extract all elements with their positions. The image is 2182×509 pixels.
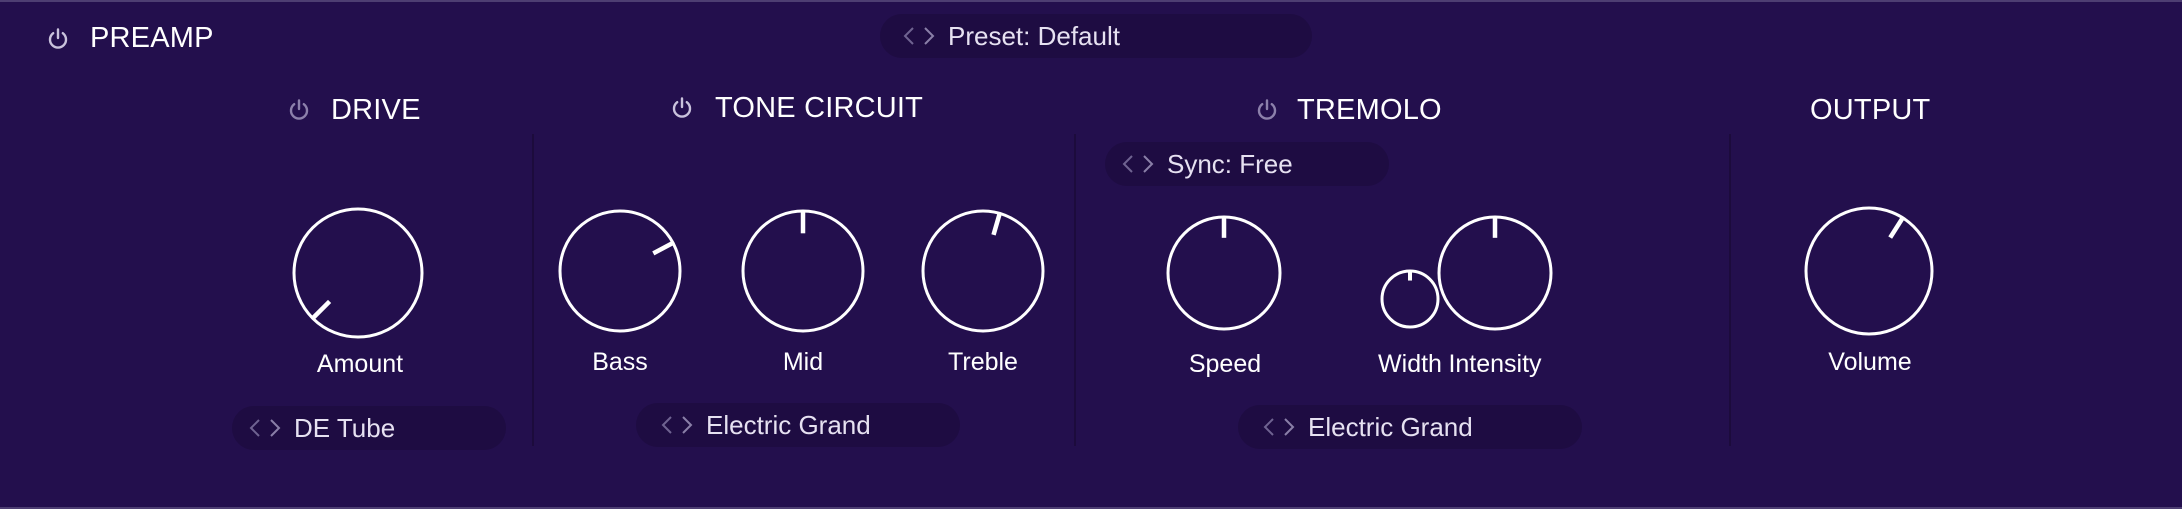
power-icon [1255,98,1279,122]
sync-selector[interactable]: Sync: Free [1105,142,1389,186]
speed-knob[interactable] [1164,213,1284,333]
amount-label: Amount [316,350,404,378]
knob-ring [558,209,682,333]
knob-indicator [991,212,1002,236]
bass-knob[interactable] [556,207,684,335]
power-icon [287,98,311,122]
amount-knob[interactable] [290,205,426,341]
drive-type-label: DE Tube [294,412,396,443]
tone-type-selector[interactable]: Electric Grand [636,403,960,447]
chevron-left-icon[interactable] [902,25,916,47]
volume-knob[interactable] [1802,204,1936,338]
knob-indicator [652,240,675,256]
power-icon [670,96,694,120]
section-divider [1729,134,1731,446]
chevron-left-icon[interactable] [1121,153,1135,175]
intensity-label: Intensity [1448,350,1542,378]
preamp-power-button[interactable] [46,27,70,56]
volume-label: Volume [1828,348,1912,376]
mid-label: Mid [782,348,824,376]
panel-top-border [0,0,2182,2]
tone-type-label: Electric Grand [706,409,871,440]
knob-indicator [311,299,332,320]
treble-label: Treble [948,348,1018,376]
tremolo-power-button[interactable] [1255,98,1279,127]
output-title: OUTPUT [1810,94,1931,126]
drive-power-button[interactable] [287,98,311,127]
preset-label: Preset: Default [948,20,1120,51]
preset-selector[interactable]: Preset: Default [880,14,1312,58]
power-icon [46,27,70,51]
section-divider [532,134,534,446]
knob-indicator [1888,216,1905,239]
chevron-left-icon[interactable] [1262,416,1276,438]
width-label: Width [1378,350,1442,378]
tremolo-type-label: Electric Grand [1308,411,1473,442]
chevron-left-icon[interactable] [660,414,674,436]
tone-circuit-title: TONE CIRCUIT [715,92,924,124]
chevron-right-icon[interactable] [922,25,936,47]
speed-label: Speed [1188,350,1262,378]
chevron-right-icon[interactable] [1141,153,1155,175]
width-knob[interactable] [1378,267,1442,331]
drive-type-selector[interactable]: DE Tube [232,406,506,450]
intensity-knob[interactable] [1435,213,1555,333]
tremolo-type-selector[interactable]: Electric Grand [1238,405,1582,449]
knob-ring [1804,206,1934,336]
mid-knob[interactable] [739,207,867,335]
panel-title: PREAMP [90,22,214,54]
chevron-right-icon[interactable] [680,414,694,436]
section-divider [1074,134,1076,446]
treble-knob[interactable] [919,207,1047,335]
tone-power-button[interactable] [670,96,694,125]
sync-label: Sync: Free [1167,148,1293,179]
bass-label: Bass [592,348,648,376]
knob-ring [921,209,1045,333]
chevron-right-icon[interactable] [268,417,282,439]
drive-title: DRIVE [331,94,421,126]
tremolo-title: TREMOLO [1297,94,1442,126]
chevron-left-icon[interactable] [248,417,262,439]
chevron-right-icon[interactable] [1282,416,1296,438]
